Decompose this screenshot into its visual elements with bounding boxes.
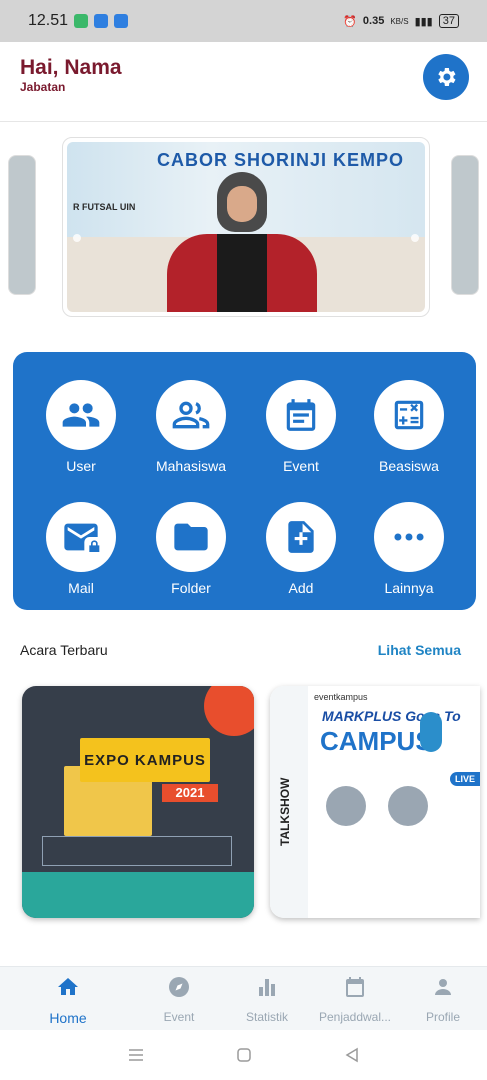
nav-label: Statistik (245, 1010, 288, 1024)
menu-label: Folder (171, 580, 211, 596)
recent-apps-icon[interactable] (127, 1046, 145, 1064)
carousel-card[interactable]: CABOR SHORINJI KEMPO R FUTSAL UIN (62, 137, 430, 317)
person-icon (435, 979, 451, 995)
calendar-icon (286, 399, 316, 431)
bottom-nav: Home Event Statistik Penjaddwal... Profi… (0, 966, 487, 1030)
carousel-prev-card[interactable] (8, 155, 36, 295)
menu-label: Mail (68, 580, 94, 596)
users-icon (62, 403, 100, 427)
menu-label: Event (283, 458, 319, 474)
nav-label: Profile (425, 1010, 460, 1024)
data-unit: KB/S (390, 16, 409, 26)
nav-label: Penjaddwal... (318, 1010, 392, 1024)
menu-item-mail[interactable]: Mail (31, 502, 131, 596)
menu-item-event[interactable]: Event (251, 380, 351, 474)
compass-icon (169, 977, 189, 997)
poster-side-label: TALKSHOW (278, 777, 292, 846)
people-outline-icon (172, 401, 210, 429)
gear-icon (438, 68, 456, 86)
bar-chart-icon (259, 979, 275, 996)
nav-label: Home (49, 1010, 87, 1026)
app-header: Hai, Nama Jabatan (0, 42, 487, 122)
menu-label: Lainnya (384, 580, 434, 596)
carousel-right-dot[interactable] (411, 234, 419, 242)
calendar-icon (346, 977, 364, 997)
status-bar: 12.51 ⏰ 0.35 KB/S ▮▮▮ 37 (0, 0, 487, 42)
greeting: Hai, Nama (20, 56, 122, 79)
vpn-icon (114, 14, 129, 28)
poster-title: EXPO KAMPUS (80, 738, 210, 782)
menu-item-folder[interactable]: Folder (141, 502, 241, 596)
notification-icon (74, 14, 89, 28)
menu-item-add[interactable]: Add (251, 502, 351, 596)
poster-info-box (42, 836, 232, 866)
system-nav-bar (0, 1030, 487, 1080)
poster-footer-band (22, 872, 254, 918)
menu-item-beasiswa[interactable]: Beasiswa (359, 380, 459, 474)
folder-icon (174, 523, 208, 551)
menu-grid: User Mahasiswa Event Beasiswa Mail Folde… (13, 352, 476, 610)
carousel-next-card[interactable] (451, 155, 479, 295)
speaker-photo (388, 786, 428, 826)
banner-photo: CABOR SHORINJI KEMPO R FUTSAL UIN (67, 142, 425, 312)
poster-brand: eventkampus (314, 692, 368, 702)
cloud-icon (94, 14, 109, 28)
nav-label: Event (163, 1010, 195, 1024)
nav-penjadwalan[interactable]: Penjaddwal... (310, 975, 400, 1024)
calculator-icon (394, 400, 424, 430)
menu-label: Beasiswa (379, 458, 439, 474)
menu-item-user[interactable]: User (31, 380, 131, 474)
carousel-left-dot[interactable] (73, 234, 81, 242)
poster-title-main: CAMPUS (320, 726, 433, 756)
add-file-icon (288, 521, 314, 553)
speaker-photo (326, 786, 366, 826)
menu-label: User (66, 458, 96, 474)
nav-statistik[interactable]: Statistik (222, 975, 312, 1024)
banner-subtitle: R FUTSAL UIN (73, 202, 136, 212)
home-button-icon[interactable] (235, 1046, 253, 1064)
banner-carousel[interactable]: CABOR SHORINJI KEMPO R FUTSAL UIN (0, 135, 487, 320)
section-title: Acara Terbaru (20, 642, 108, 658)
data-rate: 0.35 (362, 15, 385, 27)
settings-button[interactable] (423, 54, 469, 100)
back-icon[interactable] (343, 1046, 361, 1064)
home-icon (58, 978, 78, 995)
status-time: 12.51 (28, 12, 69, 29)
mail-lock-icon (64, 523, 100, 552)
event-poster[interactable]: TALKSHOW eventkampus MARKPLUS Goes To CA… (270, 686, 480, 918)
see-all-link[interactable]: Lihat Semua (378, 642, 461, 658)
battery-icon: 37 (438, 14, 459, 28)
alarm-icon: ⏰ (343, 15, 357, 28)
event-poster[interactable]: EXPO KAMPUS 2021 (22, 686, 254, 918)
live-badge: LIVE (450, 772, 480, 786)
signal-icon: ▮▮▮ (414, 15, 433, 28)
menu-label: Mahasiswa (155, 458, 227, 474)
menu-item-lainnya[interactable]: Lainnya (359, 502, 459, 596)
menu-item-mahasiswa[interactable]: Mahasiswa (141, 380, 241, 474)
role-label: Jabatan (20, 80, 66, 94)
nav-profile[interactable]: Profile (398, 975, 487, 1024)
microphone-icon (420, 712, 442, 752)
more-icon (394, 533, 424, 541)
nav-event[interactable]: Event (134, 975, 224, 1024)
nav-home[interactable]: Home (23, 975, 113, 1026)
poster-year: 2021 (162, 784, 218, 802)
menu-label: Add (288, 580, 314, 596)
banner-title: CABOR SHORINJI KEMPO (157, 150, 405, 170)
